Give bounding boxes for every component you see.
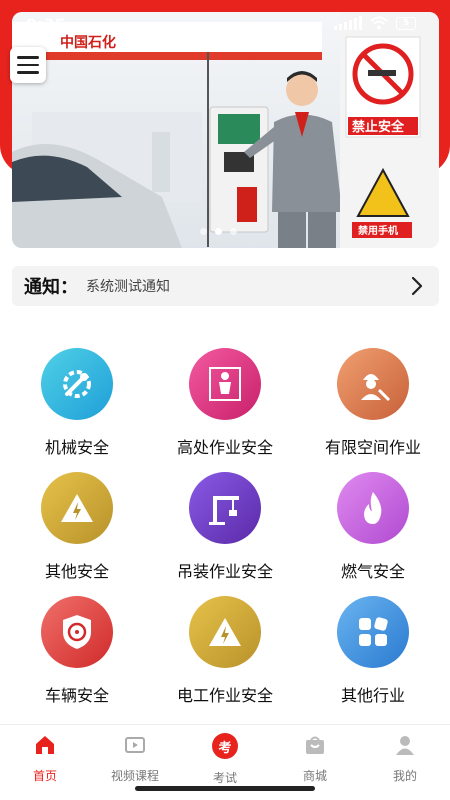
tab-label: 考试 [212, 771, 237, 785]
signal-icon [334, 16, 362, 30]
flame-icon [337, 472, 409, 544]
category-item-lifting[interactable]: 吊装作业安全 [150, 472, 300, 592]
status-bar: 9:35 5 [0, 0, 450, 44]
wrench-gear-icon [41, 348, 113, 420]
tab-label: 视频课程 [110, 769, 159, 783]
category-item-electrical[interactable]: 电工作业安全 [150, 596, 300, 716]
status-time: 9:35 [26, 15, 66, 34]
banner-carousel[interactable]: 中国石化 禁止安全 禁用手机 [12, 12, 439, 248]
category-item-height[interactable]: 高处作业安全 [150, 348, 300, 468]
no-phone-sign: 禁用手机 [357, 224, 398, 237]
chevron-right-icon[interactable] [405, 274, 429, 298]
tab-label: 我的 [392, 769, 417, 783]
category-item-confined-space[interactable]: 有限空间作业 [298, 348, 448, 468]
carousel-dots[interactable] [200, 228, 237, 235]
category-label: 机械安全 [44, 438, 109, 457]
category-label: 其他行业 [340, 686, 405, 705]
category-item-vehicle[interactable]: 车辆安全 [2, 596, 152, 716]
crane-icon [189, 472, 261, 544]
category-label: 吊装作业安全 [176, 562, 273, 581]
harness-worker-icon [189, 348, 261, 420]
user-icon [393, 733, 417, 757]
warning-lightning-icon [41, 472, 113, 544]
carousel-dot[interactable] [230, 228, 237, 235]
worker-helmet-icon [337, 348, 409, 420]
video-icon [123, 733, 147, 757]
apps-grid-icon [337, 596, 409, 668]
shop-icon [303, 733, 327, 757]
category-label: 高处作业安全 [176, 438, 273, 457]
notice-label: 通知： [24, 277, 78, 298]
category-item-other-industry[interactable]: 其他行业 [298, 596, 448, 716]
steering-wheel-icon [41, 596, 113, 668]
banner-image: 中国石化 禁止安全 禁用手机 [12, 12, 439, 248]
category-label: 其他安全 [44, 562, 109, 581]
electric-warning-icon [189, 596, 261, 668]
status-icons: 5 [334, 16, 416, 30]
category-label: 车辆安全 [44, 686, 109, 705]
category-label: 电工作业安全 [176, 686, 273, 705]
category-item-other-safety[interactable]: 其他安全 [2, 472, 152, 592]
no-smoking-sign: 禁止安全 [352, 119, 405, 135]
home-icon [33, 733, 57, 757]
wifi-icon [370, 16, 388, 30]
tab-home[interactable]: 首页 [0, 725, 90, 800]
notice-text: 系统测试通知 [86, 279, 170, 295]
tab-label: 商城 [302, 769, 327, 783]
category-label: 有限空间作业 [324, 438, 421, 457]
carousel-dot-active[interactable] [215, 228, 222, 235]
tab-mine[interactable]: 我的 [360, 725, 450, 800]
category-item-mechanical[interactable]: 机械安全 [2, 348, 152, 468]
tab-label: 首页 [32, 769, 57, 783]
notice-bar[interactable]: 通知： 系统测试通知 [12, 266, 439, 306]
category-label: 燃气安全 [340, 562, 405, 581]
home-indicator [135, 786, 315, 791]
battery-icon: 5 [396, 16, 416, 30]
menu-icon[interactable] [10, 47, 46, 83]
carousel-dot[interactable] [200, 228, 207, 235]
exam-icon: 考 [212, 733, 238, 759]
category-item-gas[interactable]: 燃气安全 [298, 472, 448, 592]
